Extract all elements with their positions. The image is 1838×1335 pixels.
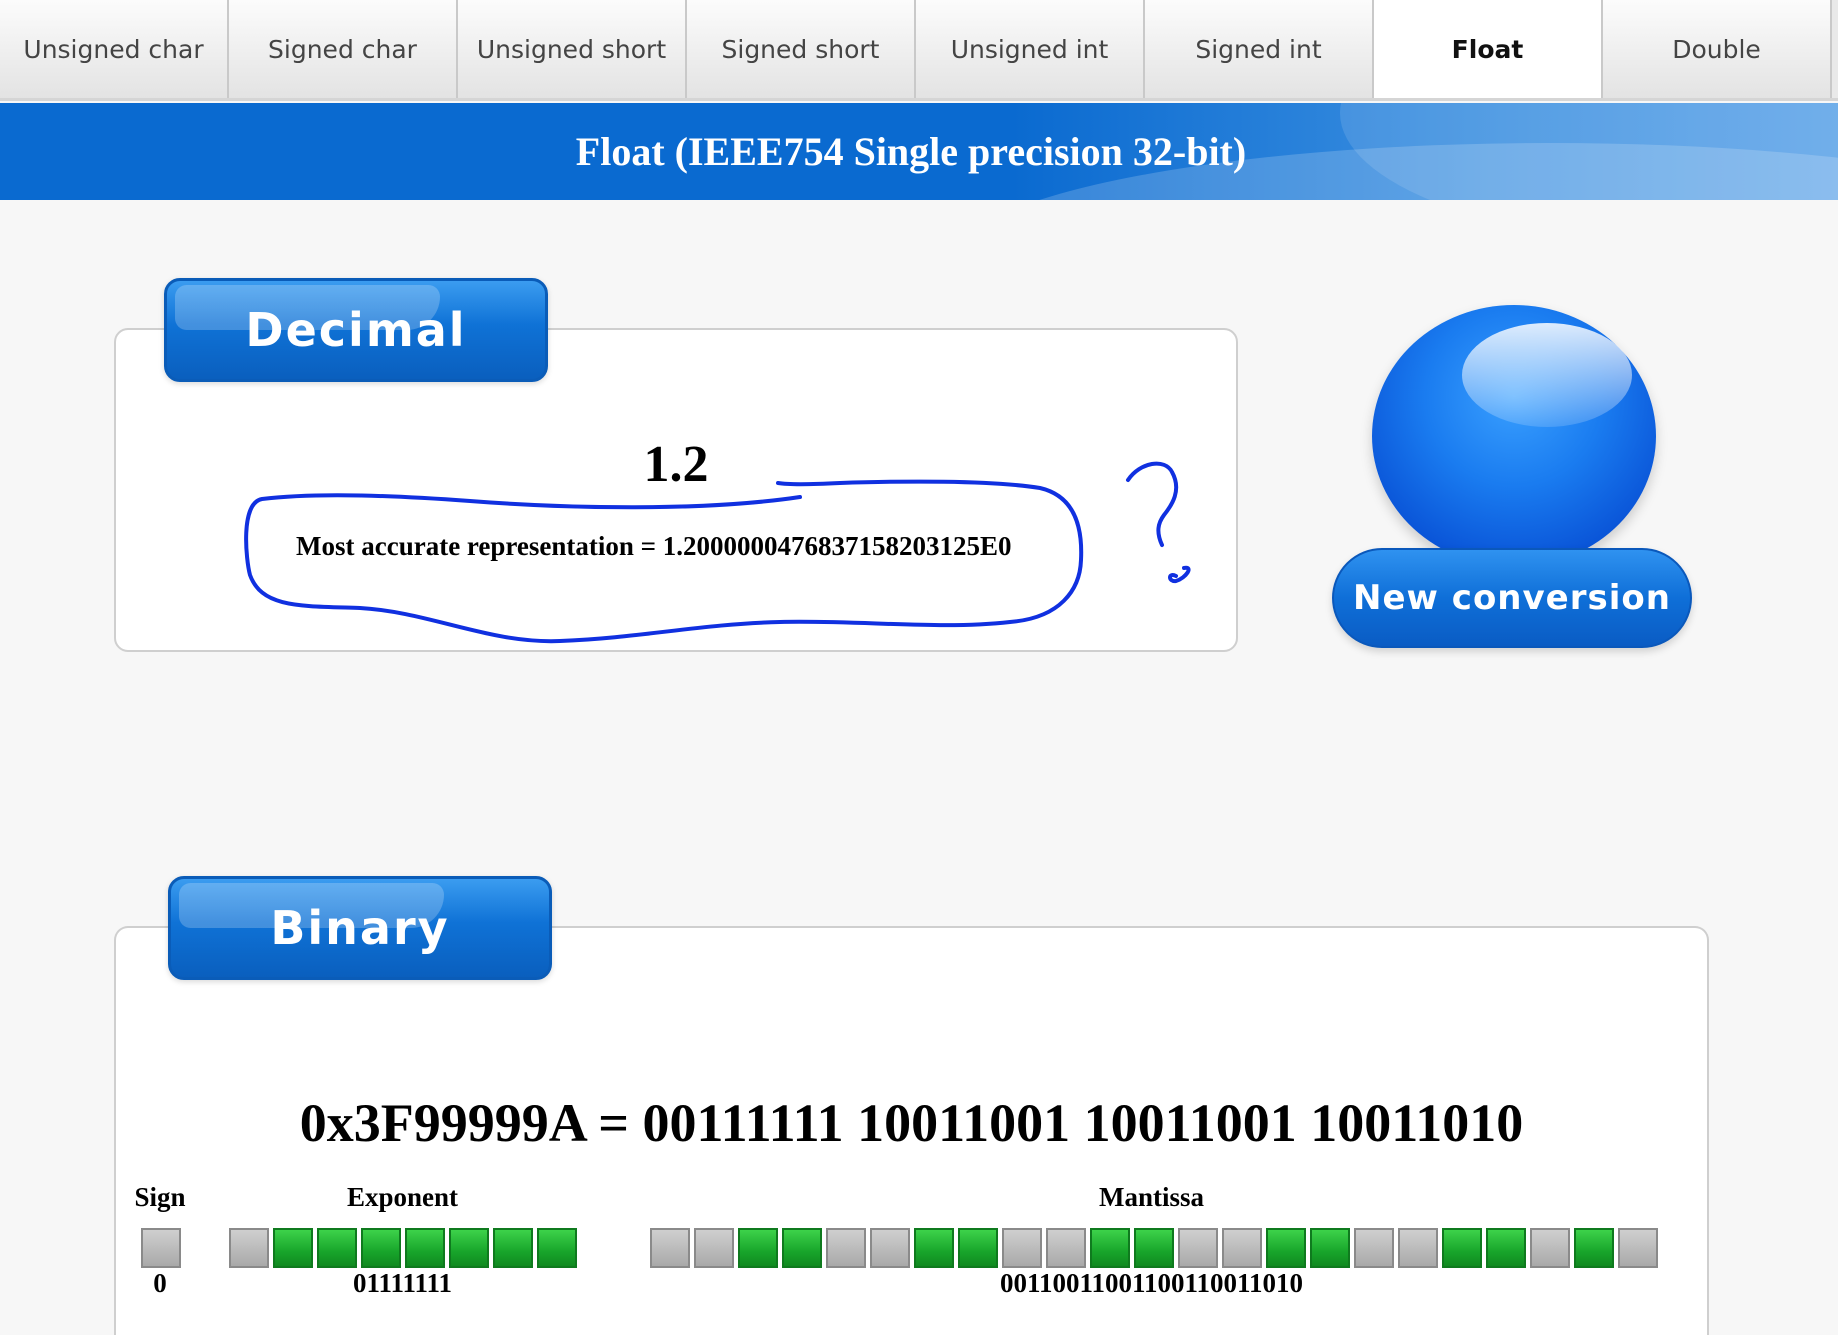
decimal-label-text: Decimal	[245, 303, 467, 357]
mantissa-bit-on[interactable]	[1574, 1228, 1614, 1268]
binary-section-label: Binary	[168, 876, 552, 980]
decimal-value[interactable]: 1.2	[114, 435, 1238, 494]
exponent-value: 01111111	[352, 1268, 453, 1298]
new-conversion-button[interactable]: New conversion	[1330, 305, 1710, 650]
mantissa-bit-off[interactable]	[826, 1228, 866, 1268]
mantissa-bit-off[interactable]	[1178, 1228, 1218, 1268]
mantissa-bit-off[interactable]	[694, 1228, 734, 1268]
type-tab-bar: Unsigned char Signed char Unsigned short Si…	[0, 0, 1838, 101]
tab-signed-short[interactable]: Signed short	[687, 0, 916, 98]
exponent-bit-on[interactable]	[537, 1228, 577, 1268]
new-conversion-label[interactable]: New conversion	[1332, 548, 1692, 648]
tab-unsigned-char[interactable]: Unsigned char	[0, 0, 229, 98]
exponent-bit-row	[229, 1228, 581, 1268]
binary-label-text: Binary	[270, 901, 450, 955]
mantissa-bit-off[interactable]	[1354, 1228, 1394, 1268]
tab-unsigned-short[interactable]: Unsigned short	[458, 0, 687, 98]
exponent-bit-on[interactable]	[405, 1228, 445, 1268]
exponent-bit-on[interactable]	[493, 1228, 533, 1268]
header-banner: Float (IEEE754 Single precision 32-bit)	[0, 103, 1838, 200]
sign-heading: Sign	[134, 1182, 186, 1212]
sign-bit-row	[141, 1228, 185, 1268]
exponent-bit-off[interactable]	[229, 1228, 269, 1268]
sign-value: 0	[153, 1268, 167, 1298]
mantissa-bit-on[interactable]	[1266, 1228, 1306, 1268]
mantissa-bit-off[interactable]	[1530, 1228, 1570, 1268]
exponent-bit-on[interactable]	[273, 1228, 313, 1268]
decimal-section-label: Decimal	[164, 278, 548, 382]
page-title: Float (IEEE754 Single precision 32-bit)	[575, 129, 1247, 174]
mantissa-bit-on[interactable]	[958, 1228, 998, 1268]
tab-float[interactable]: Float	[1374, 0, 1603, 98]
mantissa-heading: Mantissa	[1098, 1182, 1204, 1212]
mantissa-bit-on[interactable]	[1134, 1228, 1174, 1268]
mantissa-bit-on[interactable]	[1486, 1228, 1526, 1268]
exponent-bit-on[interactable]	[449, 1228, 489, 1268]
mantissa-bit-on[interactable]	[1310, 1228, 1350, 1268]
mantissa-bit-off[interactable]	[1222, 1228, 1262, 1268]
accurate-representation: Most accurate representation = 1.2000000…	[296, 531, 1012, 561]
mantissa-bit-off[interactable]	[870, 1228, 910, 1268]
mantissa-bit-off[interactable]	[1002, 1228, 1042, 1268]
exponent-bit-on[interactable]	[317, 1228, 357, 1268]
tab-unsigned-int[interactable]: Unsigned int	[916, 0, 1145, 98]
hex-binary-readout: 0x3F99999A = 00111111 10011001 10011001 …	[299, 1093, 1524, 1153]
tab-signed-int[interactable]: Signed int	[1145, 0, 1374, 98]
sign-bit-off[interactable]	[141, 1228, 181, 1268]
mantissa-bit-on[interactable]	[1442, 1228, 1482, 1268]
mantissa-value: 00110011001100110011010	[999, 1268, 1304, 1298]
new-conversion-orb[interactable]	[1372, 305, 1656, 567]
mantissa-bit-off[interactable]	[1046, 1228, 1086, 1268]
mantissa-bit-off[interactable]	[650, 1228, 690, 1268]
tab-signed-char[interactable]: Signed char	[229, 0, 458, 98]
exponent-heading: Exponent	[346, 1182, 459, 1212]
tab-double[interactable]: Double	[1603, 0, 1832, 98]
mantissa-bit-on[interactable]	[738, 1228, 778, 1268]
mantissa-bit-off[interactable]	[1618, 1228, 1658, 1268]
orb-highlight	[1462, 323, 1632, 427]
mantissa-bit-on[interactable]	[1090, 1228, 1130, 1268]
mantissa-bit-off[interactable]	[1398, 1228, 1438, 1268]
mantissa-bit-on[interactable]	[914, 1228, 954, 1268]
mantissa-bit-on[interactable]	[782, 1228, 822, 1268]
exponent-bit-on[interactable]	[361, 1228, 401, 1268]
mantissa-bit-row	[650, 1228, 1662, 1268]
